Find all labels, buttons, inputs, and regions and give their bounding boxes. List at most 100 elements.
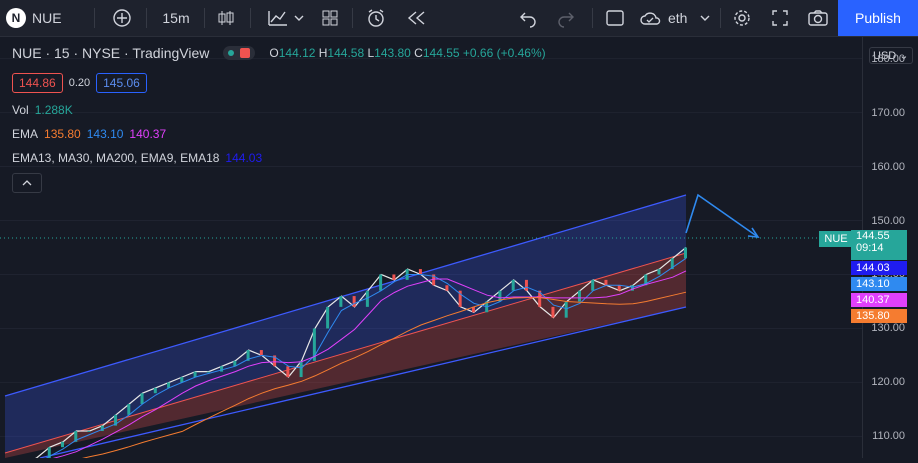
publish-button[interactable]: Publish xyxy=(838,0,918,36)
chevron-down-icon xyxy=(700,15,710,21)
cloud-icon xyxy=(640,12,661,25)
layout-save-button[interactable]: eth xyxy=(638,0,718,36)
layout-name: eth xyxy=(668,10,688,26)
chevron-down-icon xyxy=(294,15,304,21)
camera-icon[interactable] xyxy=(805,0,831,36)
ohlc-close: 144.55 xyxy=(422,46,460,60)
candle xyxy=(551,306,555,318)
price-tick: 150.00 xyxy=(871,214,905,227)
ohlc-open: 144.12 xyxy=(278,46,316,60)
ma-price-tag: 144.03 xyxy=(851,261,907,275)
ohlc-low: 143.80 xyxy=(374,46,411,60)
current-symbol-label: NUE xyxy=(819,231,853,247)
candle xyxy=(61,441,65,448)
candle xyxy=(326,306,330,329)
price-tick: 180.00 xyxy=(871,52,905,65)
price-tick: 130.00 xyxy=(871,322,905,335)
indicators-value: 144.03 xyxy=(225,151,263,165)
price-tick: 160.00 xyxy=(871,160,905,173)
indicators-row[interactable]: EMA13, MA30, MA200, EMA9, EMA18 144.03 xyxy=(12,151,262,165)
candle xyxy=(524,279,528,291)
price-chart[interactable] xyxy=(0,37,862,463)
candle xyxy=(127,404,131,415)
indicators-icon[interactable] xyxy=(260,0,312,36)
layout-grid-icon[interactable] xyxy=(318,0,342,36)
ma-price-tag: 135.80 xyxy=(851,309,907,323)
candle xyxy=(299,360,303,378)
price-tick: 110.00 xyxy=(872,430,905,443)
ema-value-3: 140.37 xyxy=(129,127,167,141)
candle xyxy=(511,279,515,291)
candle xyxy=(140,393,144,405)
indicators-list: EMA13, MA30, MA200, EMA9, EMA18 xyxy=(12,151,220,165)
ma-price-tag: 143.10 xyxy=(851,277,907,291)
candle xyxy=(577,290,581,302)
alert-clock-icon[interactable] xyxy=(364,0,388,36)
current-price: 144.55 xyxy=(856,230,890,242)
candle xyxy=(206,371,210,373)
volume-value: 1.288K xyxy=(34,103,73,117)
channel-mid-line xyxy=(4,252,687,454)
ohlc-change: +0.66 (+0.46%) xyxy=(462,46,546,60)
collapse-legend-button[interactable] xyxy=(12,173,42,193)
symbol-label: NUE xyxy=(32,10,62,26)
candle xyxy=(604,279,608,286)
volume-label: Vol xyxy=(12,103,29,117)
ma-price-tag: 140.37 xyxy=(851,293,907,307)
redo-icon[interactable] xyxy=(554,0,578,36)
candle xyxy=(352,296,356,307)
compare-add-icon[interactable] xyxy=(110,0,134,36)
sell-price-button[interactable]: 144.86 xyxy=(12,73,63,93)
legend-title-row: NUE · 15 · NYSE · TradingView O144.12 H1… xyxy=(12,45,546,61)
bid-ask-row: 144.86 0.20 145.06 xyxy=(12,73,147,93)
candle xyxy=(153,387,157,394)
candle xyxy=(617,285,621,291)
nue-logo-icon: N xyxy=(6,8,26,28)
candle xyxy=(167,382,171,388)
ohlc-high: 144.58 xyxy=(327,46,365,60)
ema-value-1: 135.80 xyxy=(44,127,81,141)
candle xyxy=(193,371,197,378)
ema-value-2: 143.10 xyxy=(86,127,124,141)
candle xyxy=(564,301,568,318)
undo-icon[interactable] xyxy=(516,0,540,36)
chart-pane[interactable]: NUE · 15 · NYSE · TradingView O144.12 H1… xyxy=(0,37,862,463)
candle xyxy=(445,285,449,291)
candle xyxy=(392,274,396,280)
candle xyxy=(180,377,184,383)
fullscreen-box-icon[interactable] xyxy=(604,0,626,36)
projection-arrow[interactable] xyxy=(685,193,759,238)
top-toolbar: N NUE 15m eth Publish xyxy=(0,0,918,37)
candle xyxy=(591,279,595,291)
ohlc-values: O144.12 H144.58 L143.80 C144.55 +0.66 (+… xyxy=(269,46,546,60)
projection-arrowhead xyxy=(747,227,760,238)
candle xyxy=(220,366,224,372)
replay-icon[interactable] xyxy=(404,0,428,36)
candle xyxy=(657,269,661,275)
current-price-tag: 144.55 09:14 xyxy=(851,230,907,260)
gear-icon[interactable] xyxy=(730,0,754,36)
legend-title: NUE · 15 · NYSE · TradingView xyxy=(12,45,210,61)
candle xyxy=(339,296,343,307)
market-status-dot-icon[interactable] xyxy=(223,46,256,60)
candle xyxy=(684,247,687,259)
volume-row[interactable]: Vol 1.288K xyxy=(12,103,73,117)
price-tick: 120.00 xyxy=(871,376,905,389)
candle xyxy=(418,269,422,275)
symbol-search[interactable]: N NUE xyxy=(6,0,76,36)
chevron-up-icon xyxy=(22,180,32,186)
bar-countdown: 09:14 xyxy=(856,242,884,254)
buy-price-button[interactable]: 145.06 xyxy=(96,73,147,93)
candle xyxy=(259,350,263,356)
candles-icon[interactable] xyxy=(214,0,238,36)
candle xyxy=(286,366,290,378)
ema-row[interactable]: EMA 135.80 143.10 140.37 xyxy=(12,127,166,141)
candle xyxy=(87,431,91,433)
interval-button[interactable]: 15m xyxy=(156,0,196,36)
ema-label: EMA xyxy=(12,127,39,141)
price-tick: 170.00 xyxy=(871,106,905,119)
spread-value: 0.20 xyxy=(68,77,91,89)
fullscreen-icon[interactable] xyxy=(768,0,792,36)
price-axis[interactable]: USD ⌄ 180.00170.00160.00150.00140.00130.… xyxy=(819,37,918,458)
candle xyxy=(379,274,383,291)
